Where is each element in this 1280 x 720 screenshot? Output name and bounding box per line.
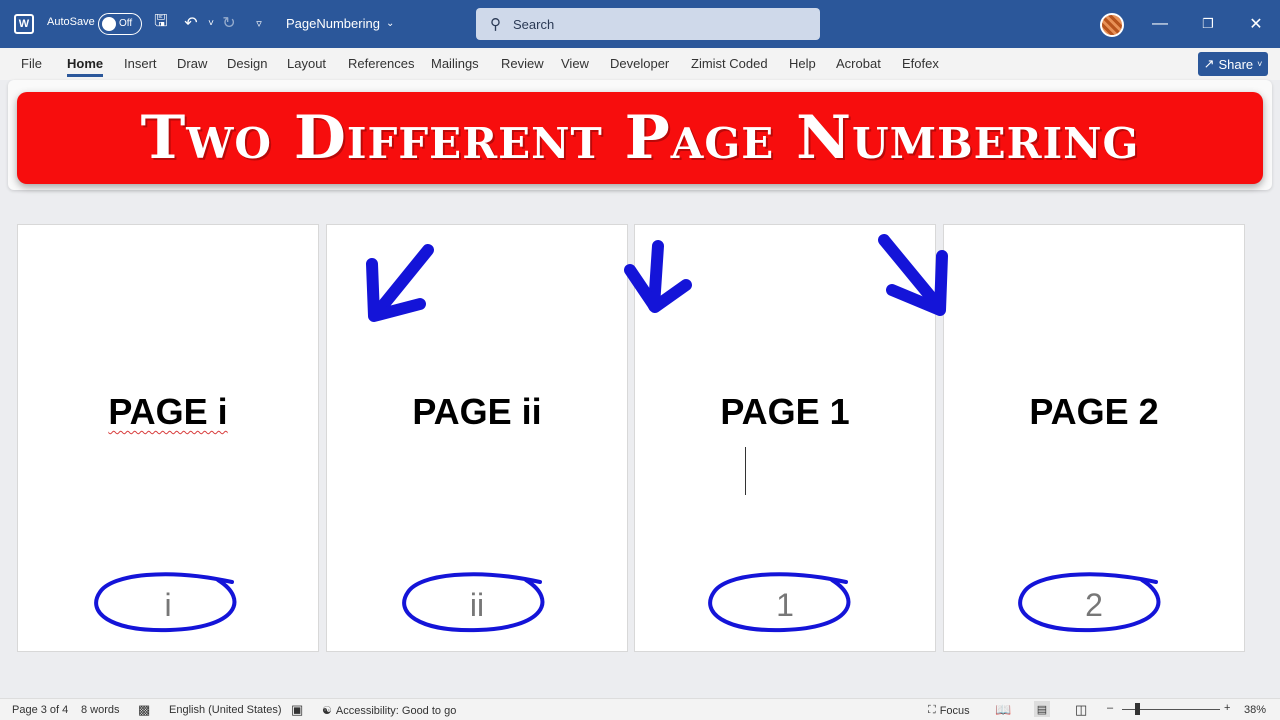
page-heading: PAGE ii xyxy=(412,391,542,432)
restore-icon[interactable]: ❐ xyxy=(1195,11,1221,37)
focus-button[interactable]: ⛶ Focus xyxy=(928,704,970,717)
banner-text: Two Different Page Numbering xyxy=(140,103,1140,173)
zoom-slider-thumb[interactable] xyxy=(1135,703,1140,715)
page-1[interactable]: PAGE i i xyxy=(17,224,319,652)
close-icon[interactable]: ✕ xyxy=(1243,11,1269,37)
chevron-down-icon: ⌄ xyxy=(385,18,395,29)
autosave-toggle[interactable]: Off xyxy=(98,13,142,35)
title-banner: Two Different Page Numbering xyxy=(17,92,1263,184)
search-placeholder: Search xyxy=(513,16,555,32)
share-label: Share xyxy=(1218,56,1254,72)
accessibility-label: Accessibility: Good to go xyxy=(335,704,457,717)
focus-icon: ⛶ xyxy=(928,704,936,716)
tab-layout[interactable]: Layout xyxy=(287,56,326,71)
page-number: 1 xyxy=(776,587,794,623)
ribbon-tabs: File Home Insert Draw Design Layout Refe… xyxy=(0,48,1280,80)
autosave-label: AutoSave xyxy=(47,16,95,28)
tab-review[interactable]: Review xyxy=(501,56,544,71)
search-icon: ⚲ xyxy=(490,16,501,33)
page-heading: PAGE i xyxy=(18,391,318,433)
web-layout-icon[interactable]: ◫ xyxy=(1075,702,1087,718)
text-cursor xyxy=(745,447,746,495)
focus-label: Focus xyxy=(939,704,970,717)
read-mode-icon[interactable]: 📖 xyxy=(995,702,1011,718)
tab-insert[interactable]: Insert xyxy=(124,56,157,71)
page-count[interactable]: Page 3 of 4 xyxy=(12,704,68,716)
tab-help[interactable]: Help xyxy=(789,56,816,71)
page-number: i xyxy=(164,587,172,623)
word-logo-icon: W xyxy=(14,14,34,34)
tab-home[interactable]: Home xyxy=(67,56,104,77)
print-layout-icon[interactable]: ▤ xyxy=(1034,701,1050,717)
status-bar: Page 3 of 4 8 words ▩ English (United St… xyxy=(0,698,1280,720)
word-count[interactable]: 8 words xyxy=(81,704,120,716)
page-heading: PAGE 2 xyxy=(1029,391,1159,432)
tab-file[interactable]: File xyxy=(21,56,42,71)
avatar[interactable] xyxy=(1100,13,1124,37)
toggle-knob xyxy=(102,17,116,31)
page-3[interactable]: PAGE 1 1 xyxy=(634,224,936,652)
language[interactable]: English (United States) xyxy=(169,704,282,716)
share-icon: ↗ xyxy=(1203,56,1215,71)
tab-acrobat[interactable]: Acrobat xyxy=(836,56,881,71)
redo-icon[interactable]: ↻ xyxy=(218,12,240,34)
zoom-in-icon[interactable]: + xyxy=(1224,702,1230,714)
autosave-state: Off xyxy=(119,18,133,29)
tab-design[interactable]: Design xyxy=(227,56,267,71)
minimize-icon[interactable]: — xyxy=(1147,11,1173,37)
page-4[interactable]: PAGE 2 2 xyxy=(943,224,1245,652)
save-icon[interactable]: 🖫 xyxy=(150,12,172,34)
search-box[interactable]: ⚲ Search xyxy=(476,8,820,40)
customize-toolbar-icon[interactable]: ▿ xyxy=(248,12,270,34)
page-heading-text: PAGE i xyxy=(108,391,228,432)
accessibility-icon: ☯ xyxy=(322,705,332,717)
undo-icon[interactable]: ↶ xyxy=(180,12,202,34)
tab-zimist-coded[interactable]: Zimist Coded xyxy=(691,56,768,71)
tab-efofex[interactable]: Efofex xyxy=(902,56,939,71)
tab-developer[interactable]: Developer xyxy=(610,56,669,71)
zoom-out-icon[interactable]: – xyxy=(1107,702,1113,714)
tab-draw[interactable]: Draw xyxy=(177,56,207,71)
chevron-down-icon: ˅ xyxy=(1257,59,1263,69)
page-number: ii xyxy=(469,587,485,623)
accessibility-status[interactable]: ☯ Accessibility: Good to go xyxy=(322,704,457,718)
text-predictions-icon[interactable]: ▣ xyxy=(291,702,303,718)
tab-mailings[interactable]: Mailings xyxy=(431,56,479,71)
tab-view[interactable]: View xyxy=(561,56,589,71)
zoom-level[interactable]: 38% xyxy=(1244,704,1266,716)
document-title-text: PageNumbering xyxy=(286,16,380,31)
share-button[interactable]: ↗ Share ˅ xyxy=(1198,52,1268,76)
title-bar: W AutoSave Off 🖫 ↶ ˅ ↻ ▿ PageNumbering ⌄… xyxy=(0,0,1280,48)
page-heading: PAGE 1 xyxy=(720,391,850,432)
page-2[interactable]: PAGE ii ii xyxy=(326,224,628,652)
document-title[interactable]: PageNumbering ⌄ xyxy=(286,16,394,31)
proofing-icon[interactable]: ▩ xyxy=(138,702,150,718)
tab-references[interactable]: References xyxy=(348,56,414,71)
page-number: 2 xyxy=(1085,587,1103,623)
